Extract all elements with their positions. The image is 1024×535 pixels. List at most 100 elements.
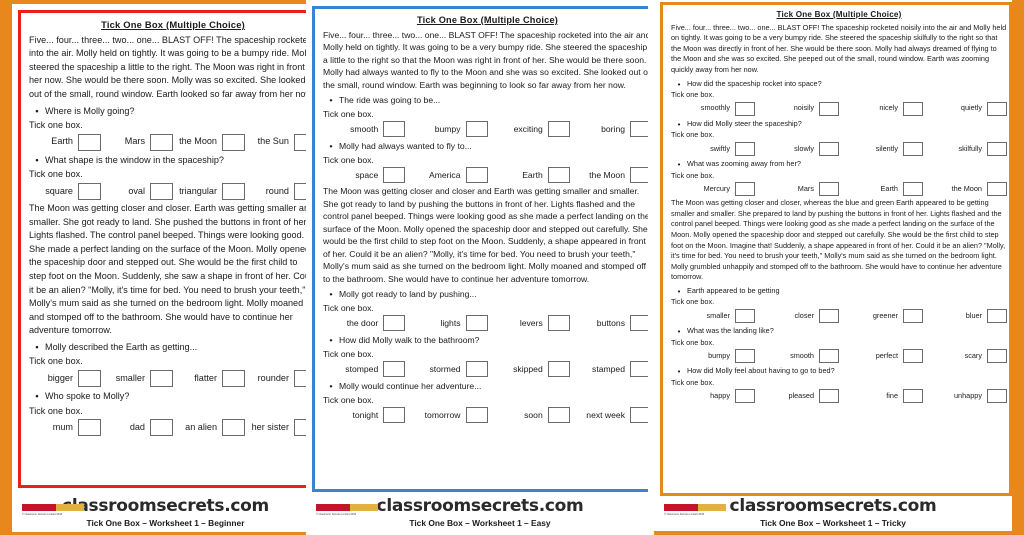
option-item[interactable]: smooth xyxy=(755,349,839,364)
tick-checkbox[interactable] xyxy=(78,133,101,151)
tick-checkbox[interactable] xyxy=(78,370,101,388)
option-item[interactable]: smooth xyxy=(323,121,406,137)
tick-checkbox[interactable] xyxy=(150,182,173,200)
option-item[interactable]: tomorrow xyxy=(405,407,488,423)
option-item[interactable]: boring xyxy=(570,121,648,137)
tick-checkbox[interactable] xyxy=(465,121,488,137)
tick-checkbox[interactable] xyxy=(903,309,923,324)
tick-checkbox[interactable] xyxy=(630,167,648,183)
option-item[interactable]: exciting xyxy=(488,121,570,137)
option-item[interactable]: soon xyxy=(488,407,570,423)
tick-checkbox[interactable] xyxy=(819,141,839,156)
option-item[interactable]: unhappy xyxy=(923,389,1007,404)
tick-checkbox[interactable] xyxy=(987,349,1007,364)
option-item[interactable]: happy xyxy=(671,389,755,404)
option-item[interactable]: lights xyxy=(405,315,488,331)
option-item[interactable]: next week xyxy=(570,407,648,423)
option-item[interactable]: the Moon xyxy=(173,133,245,151)
tick-checkbox[interactable] xyxy=(630,315,648,331)
option-item[interactable]: an alien xyxy=(173,419,245,437)
option-item[interactable]: Mars xyxy=(101,133,173,151)
option-item[interactable]: smoothly xyxy=(671,101,755,116)
tick-checkbox[interactable] xyxy=(383,315,406,331)
tick-checkbox[interactable] xyxy=(150,370,173,388)
option-item[interactable]: nicely xyxy=(839,101,923,116)
option-item[interactable]: rounder xyxy=(245,370,313,388)
option-item[interactable]: bluer xyxy=(923,309,1007,324)
option-item[interactable]: smaller xyxy=(671,309,755,324)
option-item[interactable]: fine xyxy=(839,389,923,404)
tick-checkbox[interactable] xyxy=(735,141,755,156)
option-item[interactable]: mum xyxy=(29,419,101,437)
tick-checkbox[interactable] xyxy=(383,121,406,137)
tick-checkbox[interactable] xyxy=(547,167,570,183)
option-item[interactable]: Earth xyxy=(839,182,923,197)
option-item[interactable]: space xyxy=(323,167,406,183)
option-item[interactable]: square xyxy=(29,182,101,200)
tick-checkbox[interactable] xyxy=(465,361,488,377)
option-item[interactable]: oval xyxy=(101,182,173,200)
tick-checkbox[interactable] xyxy=(819,309,839,324)
tick-checkbox[interactable] xyxy=(547,407,570,423)
tick-checkbox[interactable] xyxy=(547,121,570,137)
tick-checkbox[interactable] xyxy=(547,315,570,331)
option-item[interactable]: America xyxy=(405,167,488,183)
option-item[interactable]: pleased xyxy=(755,389,839,404)
option-item[interactable]: tonight xyxy=(323,407,406,423)
option-item[interactable]: skipped xyxy=(488,361,570,377)
tick-checkbox[interactable] xyxy=(383,167,406,183)
tick-checkbox[interactable] xyxy=(630,121,648,137)
option-item[interactable]: swiftly xyxy=(671,141,755,156)
tick-checkbox[interactable] xyxy=(78,419,101,437)
option-item[interactable]: greener xyxy=(839,309,923,324)
option-item[interactable]: the Moon xyxy=(923,182,1007,197)
option-item[interactable]: the door xyxy=(323,315,406,331)
tick-checkbox[interactable] xyxy=(222,419,245,437)
tick-checkbox[interactable] xyxy=(819,349,839,364)
option-item[interactable]: quietly xyxy=(923,101,1007,116)
tick-checkbox[interactable] xyxy=(383,407,406,423)
tick-checkbox[interactable] xyxy=(465,315,488,331)
tick-checkbox[interactable] xyxy=(903,141,923,156)
tick-checkbox[interactable] xyxy=(222,133,245,151)
tick-checkbox[interactable] xyxy=(630,407,648,423)
tick-checkbox[interactable] xyxy=(150,133,173,151)
worksheet-easy[interactable]: Tick One Box (Multiple Choice) Five... f… xyxy=(312,6,648,492)
option-item[interactable]: the Sun xyxy=(245,133,313,151)
option-item[interactable]: dad xyxy=(101,419,173,437)
tick-checkbox[interactable] xyxy=(819,101,839,116)
option-item[interactable]: levers xyxy=(488,315,570,331)
option-item[interactable]: buttons xyxy=(570,315,648,331)
tick-checkbox[interactable] xyxy=(78,182,101,200)
tick-checkbox[interactable] xyxy=(735,389,755,404)
tick-checkbox[interactable] xyxy=(465,407,488,423)
option-item[interactable]: triangular xyxy=(173,182,245,200)
option-item[interactable]: Mercury xyxy=(671,182,755,197)
tick-checkbox[interactable] xyxy=(222,370,245,388)
tick-checkbox[interactable] xyxy=(819,389,839,404)
option-item[interactable]: stormed xyxy=(405,361,488,377)
worksheet-beginner[interactable]: Tick One Box (Multiple Choice) Five... f… xyxy=(18,10,313,488)
tick-checkbox[interactable] xyxy=(987,389,1007,404)
tick-checkbox[interactable] xyxy=(987,309,1007,324)
option-item[interactable]: stamped xyxy=(570,361,648,377)
tick-checkbox[interactable] xyxy=(222,182,245,200)
option-item[interactable]: her sister xyxy=(245,419,313,437)
option-item[interactable]: skilfully xyxy=(923,141,1007,156)
option-item[interactable]: the Moon xyxy=(570,167,648,183)
tick-checkbox[interactable] xyxy=(735,101,755,116)
tick-checkbox[interactable] xyxy=(987,141,1007,156)
tick-checkbox[interactable] xyxy=(465,167,488,183)
option-item[interactable]: Earth xyxy=(29,133,101,151)
option-item[interactable]: round xyxy=(245,182,313,200)
tick-checkbox[interactable] xyxy=(987,182,1007,197)
option-item[interactable]: Mars xyxy=(755,182,839,197)
tick-checkbox[interactable] xyxy=(903,182,923,197)
option-item[interactable]: bumpy xyxy=(405,121,488,137)
tick-checkbox[interactable] xyxy=(987,101,1007,116)
option-item[interactable]: scary xyxy=(923,349,1007,364)
option-item[interactable]: slowly xyxy=(755,141,839,156)
option-item[interactable]: flatter xyxy=(173,370,245,388)
option-item[interactable]: smaller xyxy=(101,370,173,388)
tick-checkbox[interactable] xyxy=(903,349,923,364)
